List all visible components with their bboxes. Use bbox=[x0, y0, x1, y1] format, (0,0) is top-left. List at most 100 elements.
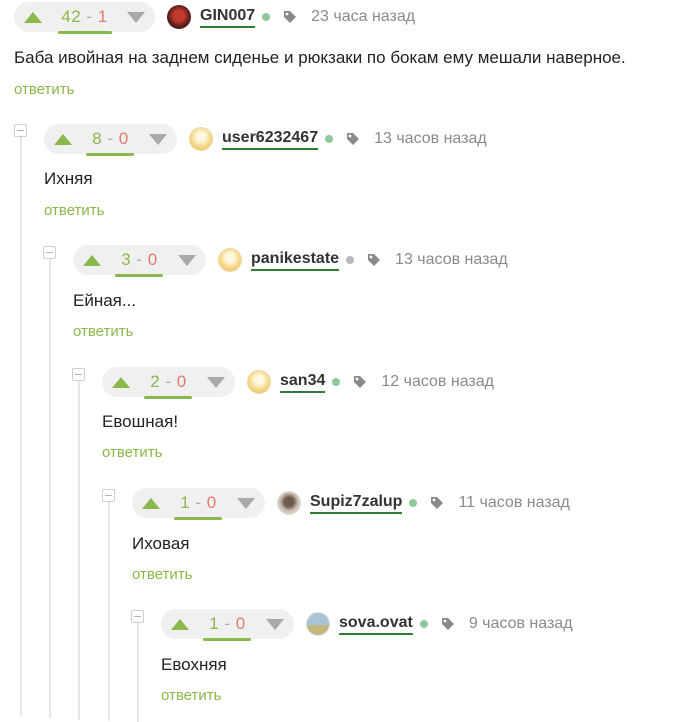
thread-line bbox=[137, 622, 139, 722]
comment-header: 1 - 0 sova.ovat 9 часов назад bbox=[161, 609, 573, 641]
username[interactable]: user6232467 bbox=[222, 129, 319, 150]
comment-text: Ихняя bbox=[44, 169, 93, 188]
reply-link[interactable]: ответить bbox=[73, 323, 133, 340]
score-separator: - bbox=[81, 7, 98, 26]
downvote-icon[interactable] bbox=[236, 497, 255, 509]
collapse-toggle[interactable] bbox=[43, 246, 56, 259]
tag-icon[interactable] bbox=[283, 10, 297, 24]
username[interactable]: GIN007 bbox=[200, 7, 256, 28]
score-minus: 0 bbox=[118, 129, 129, 148]
reply-link[interactable]: ответить bbox=[102, 444, 162, 461]
score-minus: 0 bbox=[206, 493, 217, 512]
timestamp: 9 часов назад bbox=[468, 615, 573, 632]
comment-text: Ейная... bbox=[73, 291, 137, 310]
score-plus: 42 bbox=[61, 7, 82, 26]
comment-header: 8 - 0 user6232467 13 часов назад bbox=[44, 124, 487, 156]
downvote-icon[interactable] bbox=[148, 133, 167, 145]
upvote-icon[interactable] bbox=[112, 376, 130, 388]
downvote-icon[interactable] bbox=[177, 254, 196, 266]
score-bar bbox=[174, 517, 223, 520]
upvote-icon[interactable] bbox=[83, 254, 101, 266]
score-plus: 1 bbox=[180, 493, 191, 512]
score-plus: 2 bbox=[150, 372, 161, 391]
score: 1 - 0 bbox=[203, 614, 252, 641]
downvote-icon[interactable] bbox=[127, 11, 145, 23]
downvote-icon[interactable] bbox=[265, 618, 284, 630]
tag-icon[interactable] bbox=[367, 253, 381, 267]
score-bar bbox=[203, 638, 252, 641]
comment-header: 3 - 0 panikestate 13 часов назад bbox=[73, 245, 508, 277]
avatar[interactable] bbox=[277, 491, 301, 515]
score: 1 - 0 bbox=[174, 493, 223, 520]
rating-widget: 1 - 0 bbox=[161, 609, 294, 641]
avatar[interactable] bbox=[189, 127, 213, 151]
tag-icon[interactable] bbox=[441, 617, 455, 631]
online-status-dot bbox=[332, 378, 341, 386]
online-status-dot bbox=[262, 13, 271, 21]
score-bar bbox=[144, 396, 193, 399]
collapse-toggle[interactable] bbox=[14, 124, 27, 137]
tag-icon[interactable] bbox=[346, 132, 360, 146]
score-bar bbox=[115, 274, 164, 277]
username[interactable]: panikestate bbox=[251, 250, 340, 271]
score: 42 - 1 bbox=[57, 7, 112, 34]
comment-header: 1 - 0 Supiz7zalup 11 часов назад bbox=[132, 488, 570, 520]
thread-line bbox=[108, 501, 110, 721]
score: 3 - 0 bbox=[115, 250, 164, 277]
rating-widget: 42 - 1 bbox=[14, 2, 155, 34]
score-minus: 0 bbox=[147, 250, 158, 269]
score-minus: 1 bbox=[97, 7, 108, 26]
score-minus: 0 bbox=[176, 372, 187, 391]
collapse-toggle[interactable] bbox=[131, 610, 144, 623]
reply-link[interactable]: ответить bbox=[14, 81, 74, 98]
timestamp: 12 часов назад bbox=[381, 373, 494, 390]
username[interactable]: sova.ovat bbox=[339, 614, 413, 635]
comment-text: Баба ивойная на заднем сиденье и рюкзаки… bbox=[14, 48, 626, 67]
timestamp: 11 часов назад bbox=[458, 494, 570, 511]
offline-status-dot bbox=[346, 256, 355, 264]
avatar[interactable] bbox=[306, 612, 330, 636]
thread-line bbox=[20, 136, 22, 716]
online-status-dot bbox=[325, 135, 334, 143]
score-bar bbox=[57, 31, 112, 34]
upvote-icon[interactable] bbox=[142, 497, 160, 509]
rating-widget: 1 - 0 bbox=[132, 488, 265, 520]
timestamp: 13 часов назад bbox=[374, 130, 487, 147]
score-separator: - bbox=[160, 372, 177, 391]
avatar[interactable] bbox=[247, 370, 271, 394]
avatar[interactable] bbox=[167, 5, 191, 29]
downvote-icon[interactable] bbox=[206, 376, 225, 388]
score-bar bbox=[86, 153, 135, 156]
upvote-icon[interactable] bbox=[54, 133, 72, 145]
comment-header: 42 - 1 GIN007 23 часа назад bbox=[14, 2, 416, 34]
rating-widget: 3 - 0 bbox=[73, 245, 206, 277]
comment-header: 2 - 0 san34 12 часов назад bbox=[102, 367, 494, 399]
comment-text: Евохняя bbox=[161, 655, 227, 674]
score-plus: 8 bbox=[92, 129, 103, 148]
comment-text: Евошная! bbox=[102, 412, 179, 431]
collapse-toggle[interactable] bbox=[72, 368, 85, 381]
score-plus: 3 bbox=[121, 250, 132, 269]
timestamp: 23 часа назад bbox=[311, 8, 416, 25]
reply-link[interactable]: ответить bbox=[161, 687, 221, 704]
score-plus: 1 bbox=[209, 614, 220, 633]
online-status-dot bbox=[419, 620, 428, 628]
avatar[interactable] bbox=[218, 248, 242, 272]
tag-icon[interactable] bbox=[353, 375, 367, 389]
score-separator: - bbox=[190, 493, 207, 512]
collapse-toggle[interactable] bbox=[102, 489, 115, 502]
score-minus: 0 bbox=[235, 614, 246, 633]
tag-icon[interactable] bbox=[430, 496, 444, 510]
timestamp: 13 часов назад bbox=[395, 251, 508, 268]
upvote-icon[interactable] bbox=[24, 11, 42, 23]
rating-widget: 2 - 0 bbox=[102, 367, 235, 399]
score-separator: - bbox=[219, 614, 236, 633]
username[interactable]: san34 bbox=[280, 372, 326, 393]
upvote-icon[interactable] bbox=[171, 618, 189, 630]
comment-text: Иховая bbox=[132, 534, 190, 553]
thread-line bbox=[49, 258, 51, 718]
online-status-dot bbox=[409, 499, 418, 507]
reply-link[interactable]: ответить bbox=[132, 566, 192, 583]
reply-link[interactable]: ответить bbox=[44, 202, 104, 219]
username[interactable]: Supiz7zalup bbox=[310, 493, 403, 514]
